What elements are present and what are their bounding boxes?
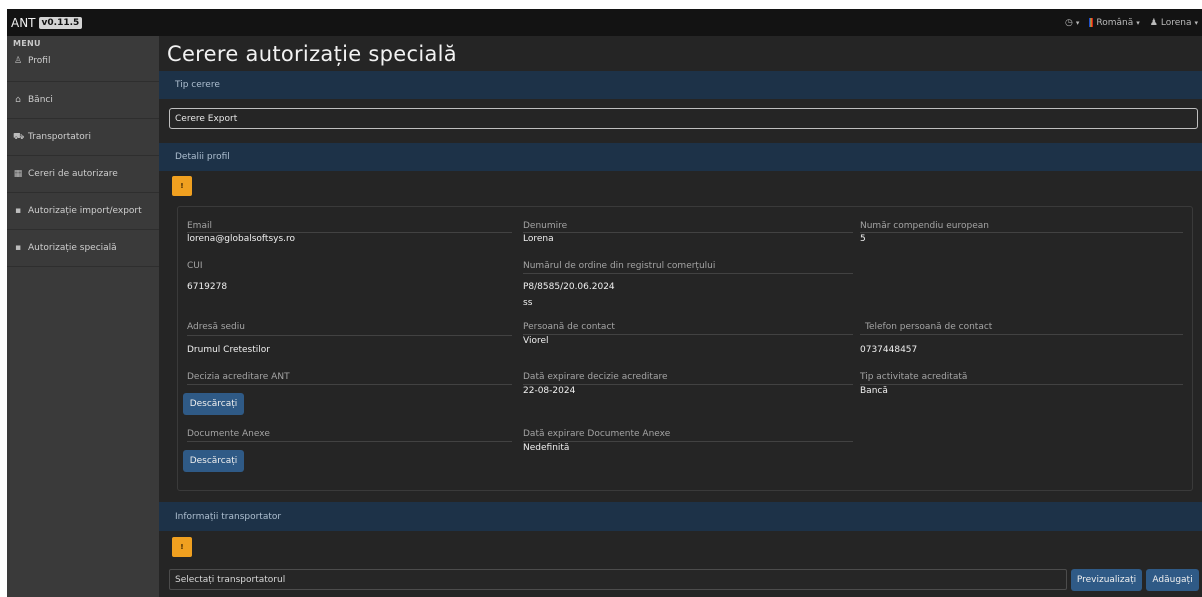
main-content: Cerere autorizație specială Tip cerere C… [159,36,1202,597]
user-name: Lorena [1160,17,1192,28]
romania-flag-icon [1089,18,1094,27]
chevron-down-icon: ▾ [1136,18,1140,27]
clock-icon: ◷ [1065,17,1073,28]
user-icon: ♟ [1149,17,1158,28]
user-icon: ♙ [13,55,23,66]
divider [523,441,853,442]
contact-label: Persoană de contact [523,322,615,332]
top-navbar: ANT v0.11.5 ◷ ▾ Română ▾ ♟ Lorena ▾ [7,9,1202,36]
section-header-profile: Detalii profil [159,143,1202,171]
brand[interactable]: ANT v0.11.5 [7,15,83,30]
divider [523,384,853,385]
table-icon: ▦ [13,169,23,179]
trade-register-extra: ss [523,298,533,308]
divider [860,384,1183,385]
transporter-select[interactable]: Selectați transportatorul [169,569,1067,590]
divider [187,232,512,233]
contact-value: Viorel [523,336,549,346]
annex-docs-label: Documente Anexe [187,429,270,439]
email-value: lorena@globalsoftsys.ro [187,234,296,244]
eu-number-value: 5 [860,234,866,244]
divider [523,273,853,274]
divider [523,232,853,233]
history-menu[interactable]: ◷ ▾ [1065,18,1079,28]
trade-register-value: P8/8585/20.06.2024 [523,282,615,292]
activity-type-value: Bancă [860,386,888,396]
sidebar-item-transportatori[interactable]: ⛟ Transportatori [7,119,159,156]
sidebar-item-label: Autorizație specială [28,243,117,253]
section-header-request-type: Tip cerere [159,71,1202,99]
sidebar-item-label: Autorizație import/export [28,206,142,216]
download-annex-button[interactable]: Descărcați [183,450,244,472]
request-type-select[interactable]: Cerere Export [169,108,1198,129]
sidebar-item-autorizatie-speciala[interactable]: ▪ Autorizație specială [7,230,159,267]
sidebar-item-label: Profil [28,55,51,66]
trade-register-label: Numărul de ordine din registrul comerțul… [523,261,716,271]
bank-icon: ⌂ [15,95,21,105]
sidebar-item-banci[interactable]: ⌂ Bănci [7,82,159,119]
divider [860,232,1183,233]
decision-expiry-label: Dată expirare decizie acreditare [523,372,668,382]
divider [187,384,512,385]
page-title: Cerere autorizație specială [167,42,457,66]
divider [860,334,1183,335]
profile-warning-button[interactable]: ! [172,176,192,196]
add-button[interactable]: Adăugați [1146,569,1199,591]
name-label: Denumire [523,221,568,231]
eu-number-label: Număr compendiu european [860,221,989,231]
truck-icon: ⛟ [13,131,25,142]
ant-decision-label: Decizia acreditare ANT [187,372,290,382]
chevron-down-icon: ▾ [1075,18,1080,27]
annex-expiry-value: Nedefinită [523,443,570,453]
section-header-transporter: Informații transportator [159,502,1202,531]
divider [523,334,853,335]
annex-expiry-label: Dată expirare Documente Anexe [523,429,671,439]
name-value: Lorena [523,234,554,244]
sidebar: MENU ♙ Profil ⌂ Bănci ⛟ Transportatori ▦… [7,36,159,597]
preview-button[interactable]: Previzualizați [1071,569,1142,591]
sidebar-item-label: Bănci [28,95,53,105]
profile-details-panel [177,206,1193,491]
user-menu[interactable]: ♟ Lorena ▾ [1150,18,1198,28]
divider [187,335,512,336]
decision-expiry-value: 22-08-2024 [523,386,576,396]
cui-value: 6719278 [187,282,228,292]
sidebar-item-profil[interactable]: ♙ Profil [7,44,159,82]
address-value: Drumul Cretestilor [187,345,270,355]
transporter-warning-button[interactable]: ! [172,537,192,557]
activity-type-label: Tip activitate acreditată [860,372,968,382]
file-icon: ▪ [14,243,22,253]
sidebar-item-label: Cereri de autorizare [28,169,118,179]
email-label: Email [187,221,212,231]
language-label: Română [1096,17,1134,28]
brand-name: ANT [11,15,36,30]
sidebar-item-label: Transportatori [28,132,91,142]
contact-phone-value: 0737448457 [860,345,918,355]
contact-phone-label: Telefon persoană de contact [865,322,993,332]
version-badge: v0.11.5 [38,16,83,29]
address-label: Adresă sediu [187,322,245,332]
file-icon: ▪ [14,206,22,216]
divider [187,441,512,442]
sidebar-item-cereri[interactable]: ▦ Cereri de autorizare [7,156,159,193]
sidebar-item-import-export[interactable]: ▪ Autorizație import/export [7,193,159,230]
download-decision-button[interactable]: Descărcați [183,393,244,415]
cui-label: CUI [187,261,203,271]
language-menu[interactable]: Română ▾ [1089,17,1140,28]
chevron-down-icon: ▾ [1194,18,1198,27]
